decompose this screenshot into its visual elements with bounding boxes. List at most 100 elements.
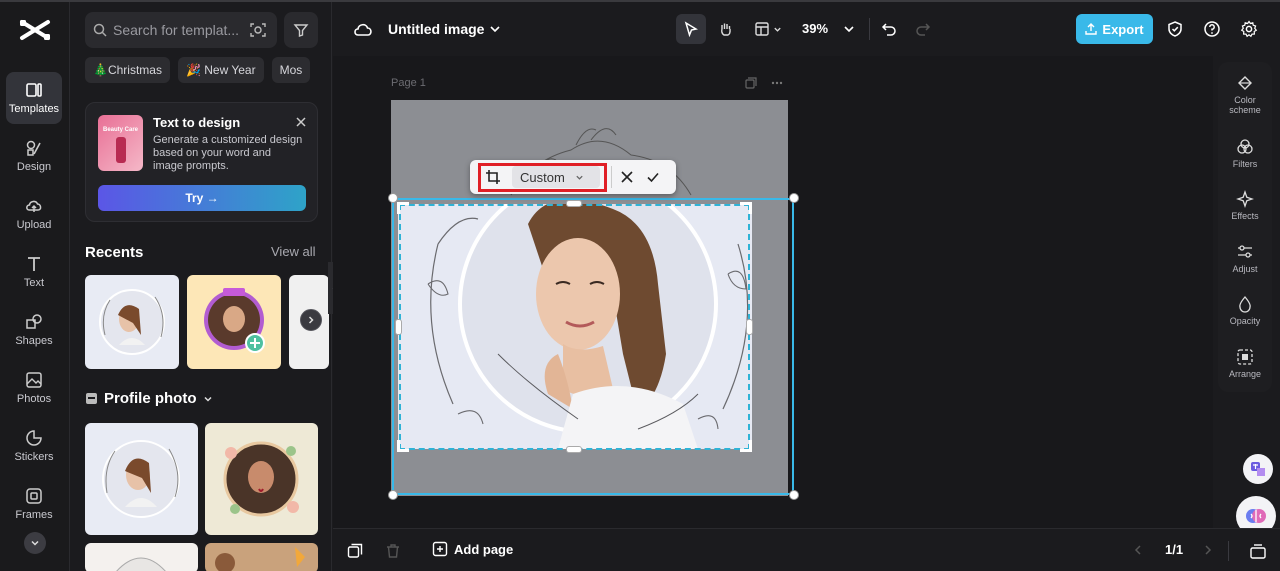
opacity-drop-icon: [1239, 296, 1251, 313]
crop-ratio-select[interactable]: Custom: [512, 166, 600, 188]
crop-icon[interactable]: [485, 169, 501, 185]
rail-label: Frames: [15, 509, 53, 521]
crop-handle-bottom[interactable]: [566, 446, 582, 453]
shield-icon[interactable]: [1166, 20, 1184, 38]
prop-adjust[interactable]: Adjust: [1218, 243, 1272, 274]
duplicate-page-icon[interactable]: [745, 77, 757, 89]
gear-icon[interactable]: [1240, 20, 1258, 38]
profile-thumb-4[interactable]: [205, 543, 318, 571]
rail-item-design[interactable]: Design: [6, 130, 62, 182]
crop-corner-bottom-left[interactable]: [397, 440, 409, 452]
image-search-icon[interactable]: [249, 22, 267, 38]
try-button[interactable]: Try →: [98, 185, 306, 211]
rail-item-frames[interactable]: Frames: [6, 478, 62, 530]
chevron-down-icon[interactable]: [843, 24, 855, 34]
add-page-button[interactable]: Add page: [432, 541, 513, 557]
prop-filters[interactable]: Filters: [1218, 138, 1272, 169]
zoom-level[interactable]: 39%: [802, 21, 828, 36]
document-title[interactable]: Untitled image: [388, 21, 484, 37]
recent-thumb-2[interactable]: [187, 275, 281, 369]
hand-icon: [721, 23, 731, 36]
rail-label: Text: [23, 277, 45, 289]
translate-assistant-button[interactable]: [1243, 454, 1273, 484]
chevron-down-icon: [31, 540, 39, 546]
profile-thumb-1[interactable]: [85, 423, 198, 535]
chevron-left-icon[interactable]: [1133, 544, 1143, 556]
stickers-icon: [26, 430, 42, 446]
layout-dropdown[interactable]: [749, 14, 787, 44]
prop-effects[interactable]: Effects: [1218, 190, 1272, 221]
prop-label: Filters: [1232, 159, 1258, 169]
top-toolbar: Untitled image 39% Export: [333, 2, 1280, 56]
page-label: Page 1: [391, 77, 426, 89]
design-icon: [26, 140, 41, 156]
view-all-link[interactable]: View all: [271, 244, 316, 259]
canvas-area: Page 1 Custom: [333, 56, 1213, 528]
profile-thumb-2[interactable]: [205, 423, 318, 535]
prop-color-scheme[interactable]: Color scheme: [1218, 74, 1272, 115]
rail-item-upload[interactable]: Upload: [6, 188, 62, 240]
chip-more[interactable]: Mos: [271, 57, 311, 83]
resize-handle-top-right[interactable]: [789, 193, 799, 203]
rail-more-button[interactable]: [24, 532, 46, 554]
photos-icon: [26, 372, 42, 388]
rail-item-text[interactable]: Text: [6, 246, 62, 298]
duplicate-icon[interactable]: [347, 543, 363, 559]
recent-thumb-1[interactable]: [85, 275, 179, 369]
arrange-icon: [1237, 349, 1253, 365]
capcut-logo[interactable]: [18, 16, 52, 44]
chevron-right-icon[interactable]: [1203, 544, 1213, 556]
rail-item-shapes[interactable]: Shapes: [6, 304, 62, 356]
search-input[interactable]: [113, 22, 243, 38]
sliders-icon: [1238, 245, 1252, 258]
close-icon[interactable]: [294, 115, 308, 129]
promo-title: Text to design: [153, 115, 241, 130]
help-icon[interactable]: [1203, 20, 1221, 38]
prop-label: Effects: [1231, 211, 1259, 221]
prop-opacity[interactable]: Opacity: [1218, 295, 1272, 326]
confirm-crop-icon[interactable]: [646, 170, 660, 184]
chevron-down-icon[interactable]: [489, 24, 501, 34]
promo-description: Generate a customized design based on yo…: [153, 134, 303, 172]
cancel-crop-icon[interactable]: [620, 170, 634, 184]
templates-icon: [26, 83, 42, 97]
prop-arrange[interactable]: Arrange: [1218, 348, 1272, 379]
crop-toolbar-divider: [611, 166, 612, 188]
hand-tool-button[interactable]: [711, 14, 741, 44]
crop-handle-top[interactable]: [566, 200, 582, 207]
filter-button[interactable]: [284, 12, 318, 48]
search-box[interactable]: [85, 12, 277, 48]
recents-scroll-right[interactable]: [300, 309, 322, 331]
export-button[interactable]: Export: [1076, 14, 1153, 44]
trash-icon[interactable]: [385, 543, 401, 559]
more-options-icon[interactable]: [771, 80, 783, 86]
add-page-label: Add page: [454, 541, 514, 557]
cloud-sync-icon[interactable]: [353, 20, 373, 38]
properties-rail: Color scheme Filters Effects Adjust Opac…: [1218, 62, 1272, 392]
profile-thumb-3[interactable]: [85, 543, 198, 571]
crop-corner-top-left[interactable]: [397, 202, 409, 214]
chevron-right-icon: [308, 316, 314, 324]
select-tool-button[interactable]: [676, 14, 706, 44]
resize-handle-bottom-left[interactable]: [388, 490, 398, 500]
undo-icon[interactable]: [881, 21, 897, 37]
resize-handle-bottom-right[interactable]: [789, 490, 799, 500]
upload-icon: [26, 200, 42, 212]
chip-christmas[interactable]: 🎄Christmas: [85, 57, 170, 83]
rail-item-photos[interactable]: Photos: [6, 362, 62, 414]
profile-section-header[interactable]: Profile photo: [85, 390, 213, 407]
filter-icon: [293, 24, 309, 37]
rail-label: Design: [16, 161, 52, 173]
crop-handle-left[interactable]: [395, 319, 402, 335]
add-page-icon: [432, 541, 448, 557]
crop-corner-bottom-right[interactable]: [740, 440, 752, 452]
pages-panel-icon[interactable]: [1249, 542, 1267, 560]
redo-icon[interactable]: [915, 21, 931, 37]
rail-item-templates[interactable]: Templates: [6, 72, 62, 124]
chip-new-year[interactable]: 🎉 New Year: [177, 57, 264, 83]
bottom-divider: [1228, 541, 1229, 561]
rail-label: Photos: [16, 393, 52, 405]
crop-corner-top-right[interactable]: [740, 202, 752, 214]
rail-item-stickers[interactable]: Stickers: [6, 420, 62, 472]
crop-handle-right[interactable]: [746, 319, 753, 335]
